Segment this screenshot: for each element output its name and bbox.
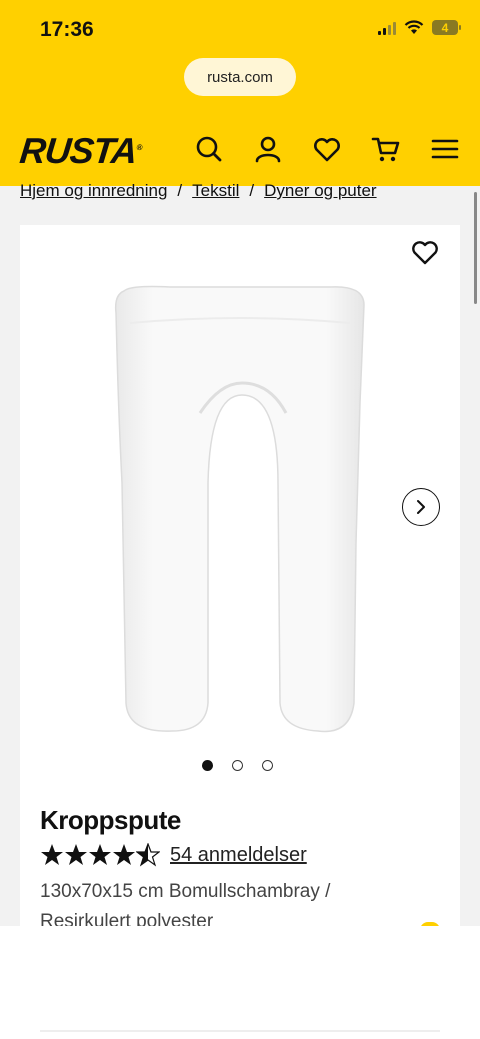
status-icons: 4 bbox=[378, 20, 461, 35]
logo-text: RUSTA bbox=[17, 130, 139, 171]
breadcrumb-separator: / bbox=[177, 181, 183, 200]
breadcrumb-separator: / bbox=[249, 181, 255, 200]
account-icon[interactable] bbox=[253, 134, 283, 164]
signal-icon bbox=[378, 21, 396, 35]
product-title: Kroppspute bbox=[40, 805, 181, 835]
wifi-icon bbox=[404, 20, 424, 34]
half-star-icon bbox=[136, 843, 160, 867]
logo[interactable]: RUSTA® bbox=[18, 130, 144, 172]
search-icon[interactable] bbox=[194, 134, 224, 164]
status-time: 17:36 bbox=[40, 18, 94, 41]
divider bbox=[40, 1030, 440, 1032]
star-icon bbox=[113, 844, 135, 865]
breadcrumb-link-home-decor[interactable]: Hjem og innredning bbox=[20, 181, 167, 200]
wishlist-icon[interactable] bbox=[312, 134, 342, 164]
scrollbar[interactable] bbox=[474, 192, 477, 304]
breadcrumb-link-textile[interactable]: Tekstil bbox=[192, 181, 239, 200]
chevron-right-icon bbox=[417, 500, 425, 514]
address-bar[interactable]: rusta.com bbox=[184, 58, 296, 96]
registered-mark: ® bbox=[136, 143, 143, 152]
product-card: Kroppspute 54 anmeldelser 130x70x15 cm B… bbox=[20, 225, 460, 945]
product-image[interactable] bbox=[110, 283, 370, 738]
carousel-dot[interactable] bbox=[262, 760, 273, 771]
star-icon bbox=[89, 844, 111, 865]
menu-icon[interactable] bbox=[430, 134, 460, 164]
next-image-button[interactable] bbox=[402, 488, 440, 526]
favorite-heart-icon[interactable] bbox=[410, 237, 440, 267]
carousel-dot[interactable] bbox=[202, 760, 213, 771]
star-icon bbox=[41, 844, 63, 865]
bottom-panel bbox=[0, 926, 480, 1039]
cart-icon[interactable] bbox=[371, 134, 401, 164]
site-header: RUSTA® bbox=[0, 126, 480, 174]
battery-icon: 4 bbox=[432, 20, 461, 35]
carousel-dot[interactable] bbox=[232, 760, 243, 771]
rating-stars bbox=[40, 843, 160, 867]
top-header: 17:36 4 rusta.com RUSTA® bbox=[0, 0, 480, 186]
image-carousel-dots bbox=[202, 760, 273, 771]
rating-row: 54 anmeldelser bbox=[40, 843, 307, 867]
breadcrumb-link-duvets-pillows[interactable]: Dyner og puter bbox=[264, 181, 376, 200]
breadcrumb: Hjem og innredning / Tekstil / Dyner og pute… bbox=[20, 181, 377, 201]
star-icon bbox=[65, 844, 87, 865]
reviews-link[interactable]: 54 anmeldelser bbox=[170, 844, 307, 867]
